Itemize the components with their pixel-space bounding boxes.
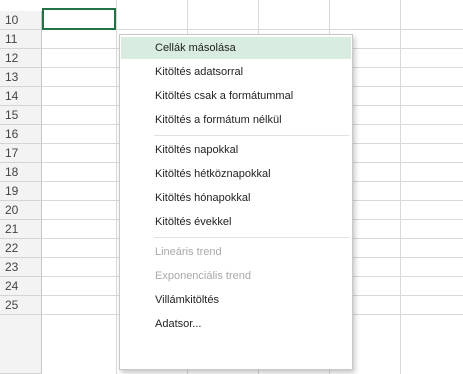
menu-item-copy-cells[interactable]: Cellák másolása: [121, 37, 351, 59]
column-gridline: [116, 0, 117, 374]
fill-options-menu: Cellák másolása Kitöltés adatsorral Kitö…: [119, 34, 353, 370]
row-header-18[interactable]: 18: [0, 163, 42, 182]
column-gridline: [400, 0, 401, 374]
row-header-24[interactable]: 24: [0, 277, 42, 296]
menu-item-growth-trend: Exponenciális trend: [155, 270, 252, 282]
row-header-16[interactable]: 16: [0, 125, 42, 144]
row-header-19[interactable]: 19: [0, 182, 42, 201]
row-header-13[interactable]: 13: [0, 68, 42, 87]
row-header-10[interactable]: 10: [0, 11, 42, 30]
row-header-25[interactable]: 25: [0, 296, 42, 315]
row-header-partial: [0, 315, 42, 374]
row-header-15[interactable]: 15: [0, 106, 42, 125]
menu-item-fill-months[interactable]: Kitöltés hónapokkal: [121, 187, 351, 209]
row-header-11[interactable]: 11: [0, 30, 42, 49]
menu-item-fill-days[interactable]: Kitöltés napokkal: [121, 139, 351, 161]
row-header-23[interactable]: 23: [0, 258, 42, 277]
menu-separator: [154, 135, 349, 136]
menu-item-fill-weekdays[interactable]: Kitöltés hétköznapokkal: [121, 163, 351, 185]
menu-item-fill-series[interactable]: Kitöltés adatsorral: [121, 61, 351, 83]
menu-item-fill-years[interactable]: Kitöltés évekkel: [121, 211, 351, 233]
menu-separator: [154, 237, 349, 238]
row-header-17[interactable]: 17: [0, 144, 42, 163]
menu-item-series-dialog[interactable]: Adatsor...: [121, 313, 351, 335]
menu-item-flash-fill[interactable]: Villámkitöltés: [121, 289, 351, 311]
row-header-12[interactable]: 12: [0, 49, 42, 68]
menu-item-fill-without-formatting[interactable]: Kitöltés a formátum nélkül: [121, 109, 351, 131]
menu-item-linear-trend: Lineáris trend: [155, 246, 222, 258]
menu-item-fill-formatting-only[interactable]: Kitöltés csak a formátummal: [121, 85, 351, 107]
row-header-14[interactable]: 14: [0, 87, 42, 106]
row-header-20[interactable]: 20: [0, 201, 42, 220]
row-header-22[interactable]: 22: [0, 239, 42, 258]
active-cell[interactable]: [42, 8, 116, 30]
row-header-21[interactable]: 21: [0, 220, 42, 239]
